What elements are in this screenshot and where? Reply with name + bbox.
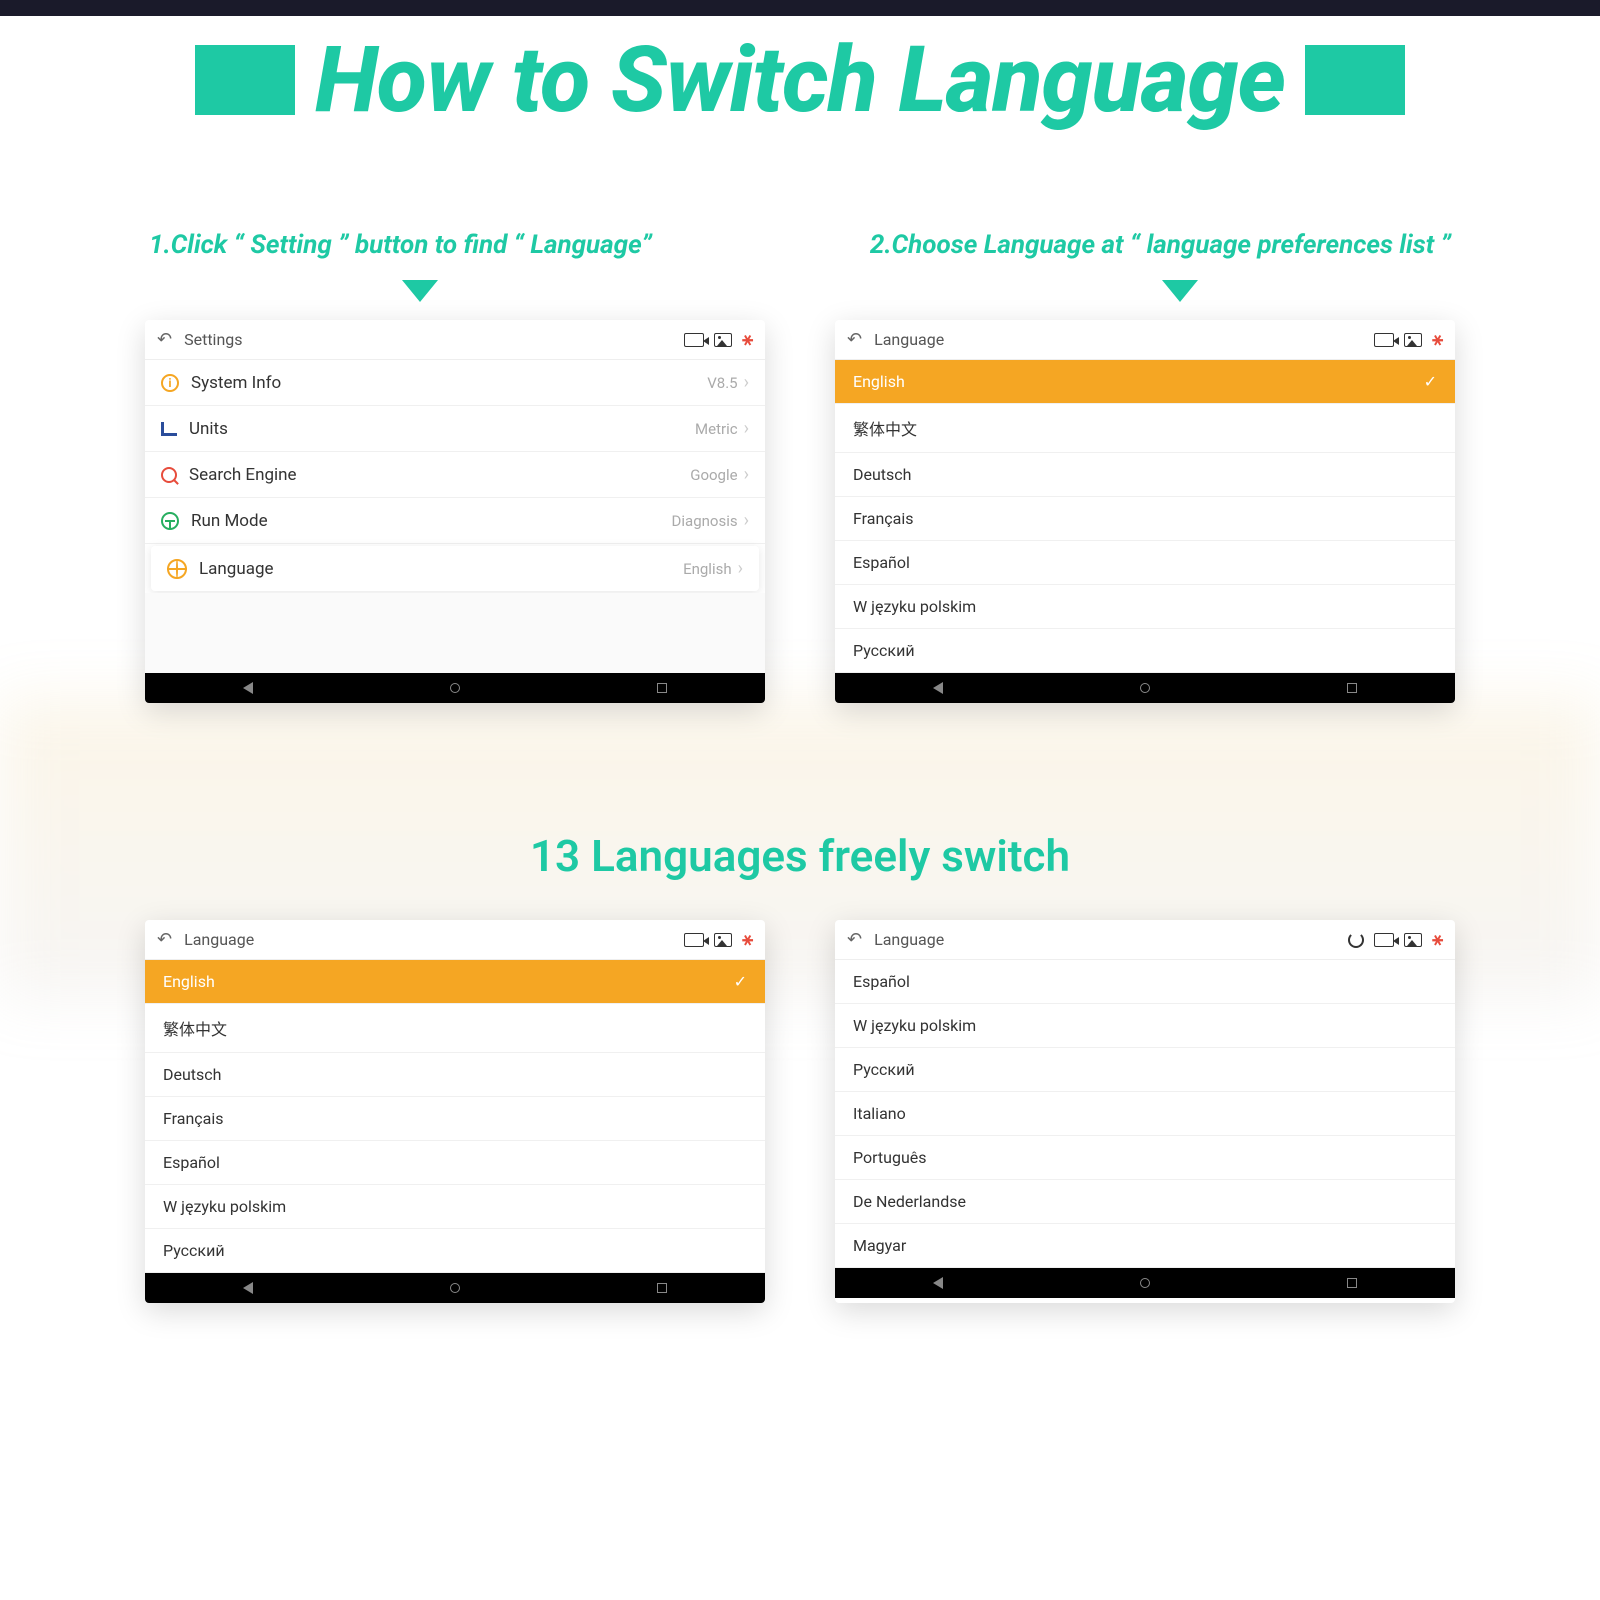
step-1-label: 1.Click “ Setting ” button to find “ Lan…	[149, 230, 652, 260]
appbar-title: Language	[874, 330, 944, 349]
settings-row-run-mode[interactable]: Run Mode Diagnosis›	[145, 498, 765, 544]
tablet-settings: ↶ Settings ⚹ iSystem Info V8.5› Units Me…	[145, 320, 765, 703]
chevron-right-icon: ›	[744, 464, 749, 485]
bluetooth-off-icon[interactable]: ⚹	[742, 929, 753, 950]
language-row[interactable]: Español	[835, 960, 1455, 1004]
app-bar: ↶ Language ⚹	[835, 320, 1455, 360]
language-row[interactable]: 繁体中文	[145, 1004, 765, 1053]
screenshot-icon[interactable]	[714, 333, 732, 347]
sync-icon[interactable]	[1348, 932, 1364, 948]
screenshot-icon[interactable]	[1404, 933, 1422, 947]
nav-home-icon[interactable]	[450, 1283, 460, 1293]
back-icon[interactable]: ↶	[157, 329, 172, 350]
nav-recent-icon[interactable]	[1347, 683, 1357, 693]
language-row[interactable]: 繁体中文	[835, 404, 1455, 453]
bluetooth-off-icon[interactable]: ⚹	[1432, 929, 1443, 950]
language-row[interactable]: Português	[835, 1136, 1455, 1180]
language-row[interactable]: Français	[835, 497, 1455, 541]
video-icon[interactable]	[1374, 333, 1394, 347]
language-row[interactable]: Français	[145, 1097, 765, 1141]
steering-wheel-icon	[161, 512, 179, 530]
screenshot-icon[interactable]	[1404, 333, 1422, 347]
video-icon[interactable]	[1374, 933, 1394, 947]
language-row[interactable]: Italiano	[835, 1092, 1455, 1136]
chevron-right-icon: ›	[738, 558, 743, 579]
settings-row-search-engine[interactable]: Search Engine Google›	[145, 452, 765, 498]
back-icon[interactable]: ↶	[847, 929, 862, 950]
android-navbar	[835, 673, 1455, 703]
language-row[interactable]: W języku polskim	[835, 585, 1455, 629]
language-row[interactable]: De Nederlandse	[835, 1180, 1455, 1224]
back-icon[interactable]: ↶	[847, 329, 862, 350]
nav-back-icon[interactable]	[933, 1277, 943, 1289]
language-row-selected[interactable]: English✓	[835, 360, 1455, 404]
nav-home-icon[interactable]	[450, 683, 460, 693]
nav-home-icon[interactable]	[1140, 1278, 1150, 1288]
nav-recent-icon[interactable]	[657, 1283, 667, 1293]
app-bar: ↶ Language ⚹	[835, 920, 1455, 960]
nav-recent-icon[interactable]	[1347, 1278, 1357, 1288]
language-row[interactable]: Magyar	[835, 1224, 1455, 1268]
android-navbar	[835, 1268, 1455, 1298]
language-row[interactable]: Deutsch	[835, 453, 1455, 497]
nav-back-icon[interactable]	[243, 682, 253, 694]
nav-back-icon[interactable]	[933, 682, 943, 694]
language-row[interactable]: W języku polskim	[145, 1185, 765, 1229]
bluetooth-off-icon[interactable]: ⚹	[1432, 329, 1443, 350]
globe-icon	[167, 559, 187, 579]
chevron-right-icon: ›	[744, 372, 749, 393]
arrow-down-icon	[402, 280, 438, 302]
language-row[interactable]: Русский	[835, 1048, 1455, 1092]
app-bar: ↶ Language ⚹	[145, 920, 765, 960]
tablet-language-list: ↶ Language ⚹ English✓ 繁体中文 Deutsch Franç…	[145, 920, 765, 1303]
arrow-down-icon	[1162, 280, 1198, 302]
tablet-language-list-scrolled: ↶ Language ⚹ Español W języku polskim Ру…	[835, 920, 1455, 1303]
video-icon[interactable]	[684, 933, 704, 947]
check-icon: ✓	[734, 972, 747, 991]
search-icon	[161, 467, 177, 483]
app-bar: ↶ Settings ⚹	[145, 320, 765, 360]
nav-recent-icon[interactable]	[657, 683, 667, 693]
units-icon	[161, 422, 177, 436]
settings-row-system-info[interactable]: iSystem Info V8.5›	[145, 360, 765, 406]
screenshot-icon[interactable]	[714, 933, 732, 947]
page-title: How to Switch Language	[315, 27, 1285, 134]
page-header: How to Switch Language	[0, 30, 1600, 130]
check-icon: ✓	[1424, 372, 1437, 391]
appbar-title: Language	[184, 930, 254, 949]
settings-row-units[interactable]: Units Metric›	[145, 406, 765, 452]
appbar-title: Language	[874, 930, 944, 949]
bluetooth-off-icon[interactable]: ⚹	[742, 329, 753, 350]
language-row[interactable]: W języku polskim	[835, 1004, 1455, 1048]
nav-back-icon[interactable]	[243, 1282, 253, 1294]
language-row[interactable]: Deutsch	[145, 1053, 765, 1097]
info-icon: i	[161, 374, 179, 392]
chevron-right-icon: ›	[744, 510, 749, 531]
android-navbar	[145, 673, 765, 703]
steps-row: 1.Click “ Setting ” button to find “ Lan…	[0, 230, 1600, 260]
language-row[interactable]: Русский	[145, 1229, 765, 1273]
android-navbar	[145, 1273, 765, 1303]
header-accent-left	[195, 45, 295, 115]
back-icon[interactable]: ↶	[157, 929, 172, 950]
language-row-selected[interactable]: English✓	[145, 960, 765, 1004]
language-row[interactable]: Español	[835, 541, 1455, 585]
step-2-label: 2.Choose Language at “ language preferen…	[870, 230, 1451, 260]
nav-home-icon[interactable]	[1140, 683, 1150, 693]
language-row[interactable]: Русский	[835, 629, 1455, 673]
header-accent-right	[1305, 45, 1405, 115]
language-row[interactable]: Español	[145, 1141, 765, 1185]
video-icon[interactable]	[684, 333, 704, 347]
subtitle: 13 Languages freely switch	[0, 830, 1600, 882]
tablet-language-list: ↶ Language ⚹ English✓ 繁体中文 Deutsch Franç…	[835, 320, 1455, 703]
chevron-right-icon: ›	[744, 418, 749, 439]
appbar-title: Settings	[184, 330, 242, 349]
settings-row-language[interactable]: Language English›	[151, 546, 759, 591]
